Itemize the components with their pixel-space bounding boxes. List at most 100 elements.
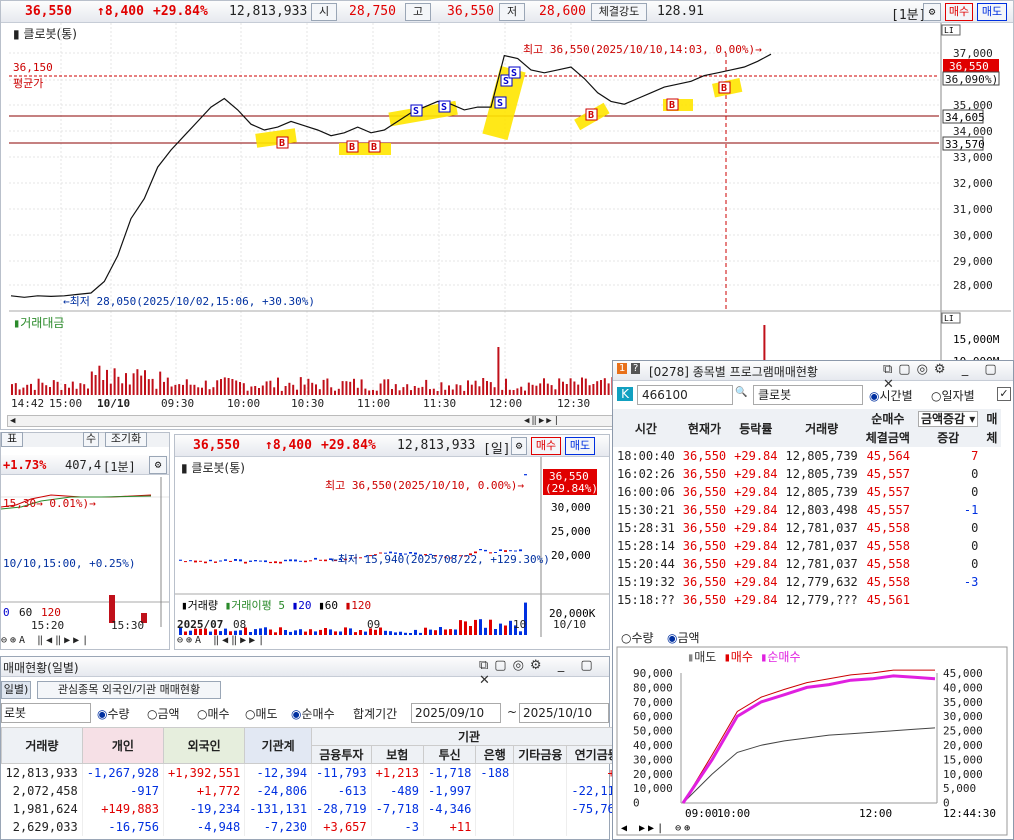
tab-left-1[interactable]: 표 [1, 432, 23, 447]
table-row[interactable]: 15:28:14 36,550 +29.84 12,781,037 45,558 0 [613, 537, 1001, 555]
radio-net[interactable]: ◉순매수 [291, 705, 335, 722]
radio-sell[interactable]: ○매도 [245, 705, 278, 722]
table-row[interactable]: 15:20:44 36,550 +29.84 12,781,037 45,558 0 [613, 555, 1001, 573]
buy-button[interactable]: 매수 [945, 3, 973, 21]
daily-volume-bar [274, 632, 277, 635]
table-row[interactable]: 15:30:21 36,550 +29.84 12,803,498 45,557 -1 [613, 501, 1001, 519]
search-icon[interactable]: 🔍 [735, 387, 747, 398]
daily-candle [269, 561, 272, 564]
daily-volume-bar [449, 629, 452, 635]
table-cell: 15:20:44 [617, 557, 675, 571]
code-input[interactable]: 466100 [637, 385, 733, 405]
volume-bar [375, 390, 378, 395]
table-cell: 12,813,933 [1, 763, 83, 782]
volume-bar [216, 380, 219, 395]
buy-marker: B [721, 83, 727, 94]
gear-icon[interactable]: ⚙ [923, 3, 941, 21]
table-cell: -16,756 [82, 817, 165, 836]
table-cell: -11,793 [311, 763, 372, 782]
date-from-input[interactable]: 2025/09/10 [411, 703, 501, 723]
gear-icon[interactable]: ⚙ [149, 456, 167, 474]
daily-buy-button[interactable]: 매수 [531, 437, 561, 455]
group-header: 기관 [311, 727, 627, 746]
daily-sell-button[interactable]: 매도 [565, 437, 595, 455]
radio-amt[interactable]: ○금액 [147, 705, 180, 722]
table-row[interactable]: 15:19:32 36,550 +29.84 12,779,632 45,558 -3 [613, 573, 1001, 591]
table-cell: +149,883 [82, 799, 165, 818]
table-cell: 45,558 [866, 539, 910, 553]
table-cell [513, 763, 568, 782]
table-row[interactable]: 12,813,933 -1,267,928 +1,392,551 -12,394 -11… [1, 763, 627, 782]
daily-candle [319, 559, 322, 561]
volume-bar [505, 378, 507, 395]
radio-amount[interactable]: ◉금액 [667, 629, 700, 646]
table-cell: -12,394 [244, 763, 313, 782]
col-header: 개인 [81, 727, 165, 764]
left-price: 407,4 [65, 458, 102, 472]
volume-bar [64, 384, 67, 395]
radio-buy[interactable]: ○매수 [197, 705, 230, 722]
low-label: 저 [499, 3, 525, 21]
table-row[interactable]: 18:00:40 36,550 +29.84 12,805,739 45,564 7 [613, 447, 1001, 465]
left-period[interactable]: [1분] [103, 458, 136, 475]
daily-period[interactable]: [일] [483, 438, 511, 457]
radio-qty[interactable]: ◉수량 [97, 705, 130, 722]
radio-qty[interactable]: ○수량 [621, 629, 654, 646]
tab-watchlist[interactable]: 관심종목 외국인/기관 매매현황 [37, 681, 221, 699]
main-scrollbar[interactable]: ◀ ◀‖▶▶| [7, 415, 613, 427]
table-row[interactable]: 16:00:06 36,550 +29.84 12,805,739 45,557 0 [613, 483, 1001, 501]
prog-zoom-controls[interactable]: ◀ ▶▶| ⊖⊕ [621, 823, 693, 834]
tab-left-2[interactable]: 수 [83, 432, 99, 447]
volume-panel-label: ▮거래대금 [13, 316, 64, 330]
volume-bar [204, 380, 207, 395]
volume-bar [531, 384, 534, 395]
volume-bar [539, 383, 542, 395]
table-cell: 12,805,739 [785, 449, 858, 463]
volume-bar [326, 378, 329, 395]
sell-button[interactable]: 매도 [977, 3, 1007, 21]
main-x-axis: 14:42 15:00 10/10 09:30 10:00 10:30 11:0… [11, 397, 591, 410]
table-row[interactable]: 15:28:31 36,550 +29.84 12,781,037 45,558 0 [613, 519, 1001, 537]
table-cell: 15:18:?? [617, 593, 675, 607]
period-selector[interactable]: [1분] [891, 4, 926, 23]
tab-daily[interactable]: 일별) [1, 681, 31, 699]
daily-candle [199, 560, 202, 562]
volume-bar [155, 388, 158, 395]
volume-bar [451, 389, 454, 395]
radio-time[interactable]: ◉시간별 [869, 387, 913, 404]
init-button[interactable]: 조기화 [105, 432, 147, 447]
table-cell: 45,557 [866, 485, 910, 499]
table-cell: 36,550 [682, 485, 727, 499]
table-cell: -1 [963, 503, 979, 517]
table-cell: 36,550 [682, 557, 727, 571]
volume-bar [83, 384, 86, 395]
y-tick: 40,000 [633, 739, 673, 752]
date-to-input[interactable]: 2025/10/10 [519, 703, 609, 723]
table-cell: 45,564 [866, 449, 910, 463]
left-pct: +1.73% [3, 458, 47, 472]
window-controls[interactable]: ⧉▢◎⚙ _ ▢ ✕ [479, 658, 609, 688]
amount-select[interactable]: 금액증감 ▾ [917, 411, 979, 427]
stock-input[interactable]: 로봇 [1, 703, 91, 723]
table-row[interactable]: 15:18:?? 36,550 +29.84 12,779,??? 45,561 [613, 591, 1001, 609]
volume-bar [79, 383, 82, 395]
daily-candle [294, 559, 297, 562]
checkbox[interactable]: ✓ [997, 387, 1011, 401]
table-row[interactable]: 1,981,624 +149,883 -19,234 -131,131 -28,719-… [1, 799, 627, 818]
daily-volume-bar [359, 630, 362, 635]
table-row[interactable]: 16:02:26 36,550 +29.84 12,805,739 45,557 0 [613, 465, 1001, 483]
gear-icon[interactable]: ⚙ [511, 437, 527, 455]
table-row[interactable]: 2,072,458 -917 +1,772 -24,806 -613 -489 -1,997… [1, 781, 627, 800]
volume-bar [573, 381, 576, 395]
left-zoom-controls[interactable]: ⊖⊕A ‖◀‖▶▶| [1, 635, 91, 646]
daily-zoom-controls[interactable]: ⊖⊕A ‖◀‖▶▶| [177, 635, 267, 646]
volume-bar [440, 382, 443, 395]
volume-bar [201, 387, 203, 395]
radio-day[interactable]: ○일자별 [931, 387, 975, 404]
volume-bar [231, 379, 234, 395]
table-row[interactable]: 2,629,033 -16,756 -4,948 -7,230 +3,657 -3 +11 [1, 817, 627, 836]
y-tick: 80,000 [633, 681, 673, 694]
volume-bar [52, 380, 55, 395]
daily-volume-bar [304, 631, 307, 635]
x-tick: 09:00 [685, 807, 718, 820]
